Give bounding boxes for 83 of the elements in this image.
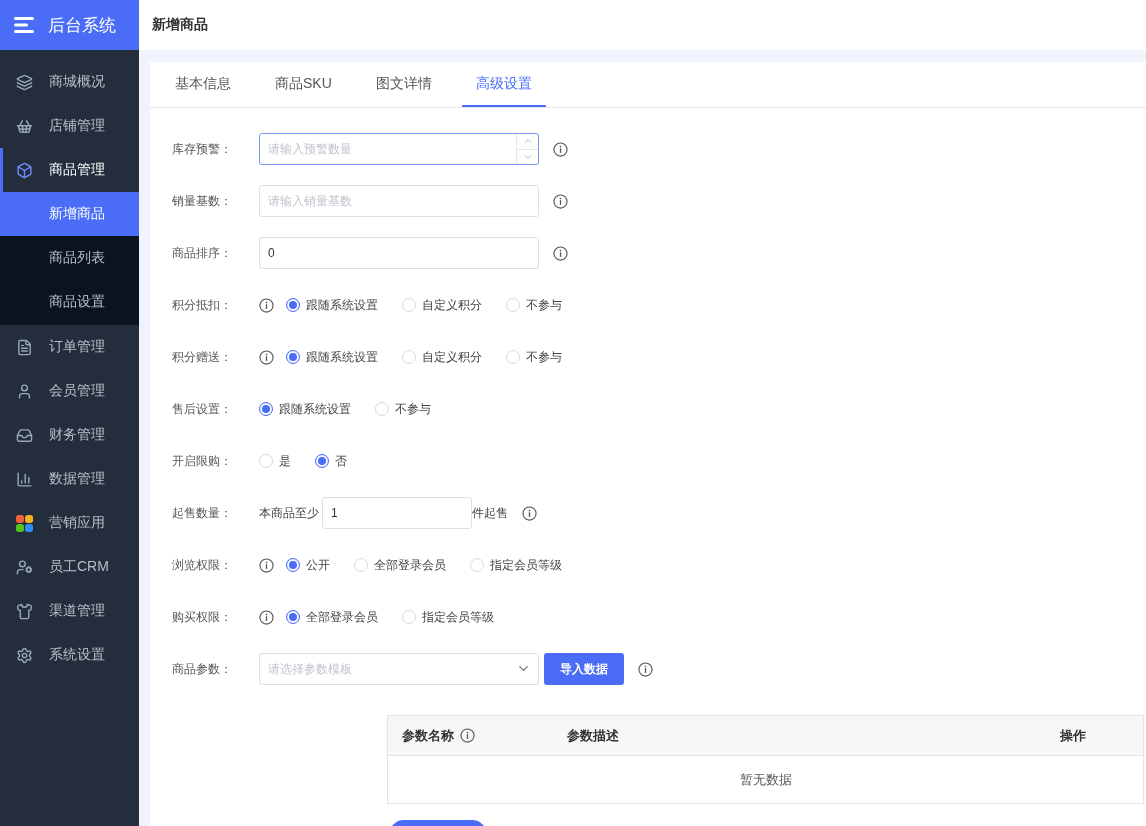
nav-item[interactable]: 商城概况: [0, 60, 139, 104]
radio-option[interactable]: 指定会员等级: [470, 556, 562, 574]
field-label: 购买权限：: [172, 608, 233, 626]
nav-item[interactable]: 会员管理: [0, 369, 139, 413]
nav-item[interactable]: 店铺管理: [0, 104, 139, 148]
radio-option[interactable]: 是: [259, 452, 291, 470]
radio-option[interactable]: 否: [315, 452, 347, 470]
shirt-icon: [16, 602, 33, 620]
nav-item[interactable]: 数据管理: [0, 457, 139, 501]
info-icon[interactable]: [638, 661, 653, 677]
user-gear-icon: [16, 558, 33, 576]
settings-icon: [16, 646, 33, 664]
field-label: 积分抵扣：: [172, 296, 233, 314]
cube-icon: [16, 161, 33, 179]
radio-button[interactable]: [286, 350, 300, 364]
field-label: 商品排序：: [172, 244, 233, 262]
field-label: 浏览权限：: [172, 556, 233, 574]
tab[interactable]: 商品SKU: [261, 62, 346, 107]
radio-button[interactable]: [315, 454, 329, 468]
radio-button[interactable]: [286, 610, 300, 624]
column-header: 参数描述: [567, 726, 619, 745]
nav-item[interactable]: 订单管理: [0, 325, 139, 369]
radio-option[interactable]: 跟随系统设置: [286, 348, 378, 366]
field-label: 开启限购：: [172, 452, 233, 470]
info-icon[interactable]: [460, 728, 475, 743]
info-icon[interactable]: [553, 193, 568, 209]
nav-item[interactable]: 系统设置: [0, 633, 139, 677]
user-icon: [16, 382, 33, 400]
field-label: 库存预警：: [172, 140, 233, 158]
tab[interactable]: 图文详情: [361, 62, 446, 107]
prefix-text: 本商品至少: [259, 504, 319, 522]
grid-icon: [16, 514, 33, 532]
tab[interactable]: 基本信息: [161, 62, 245, 107]
field-label: 售后设置：: [172, 400, 233, 418]
radio-option[interactable]: 自定义积分: [402, 348, 482, 366]
radio-option[interactable]: 不参与: [375, 400, 431, 418]
nav-subitem[interactable]: 商品设置: [0, 280, 139, 324]
radio-option[interactable]: 跟随系统设置: [286, 296, 378, 314]
suffix-text: 件起售: [472, 504, 508, 522]
import-button[interactable]: 导入数据: [544, 653, 624, 685]
tab[interactable]: 高级设置: [461, 62, 546, 107]
layers-icon: [16, 73, 33, 91]
info-icon[interactable]: [553, 141, 568, 157]
input-field[interactable]: 0: [259, 237, 539, 269]
nav-subitem[interactable]: 商品列表: [0, 236, 139, 280]
info-icon[interactable]: [259, 349, 274, 365]
document-icon: [16, 338, 33, 356]
column-header: 操作: [1060, 726, 1086, 745]
input-field[interactable]: 1: [322, 497, 472, 529]
info-icon[interactable]: [259, 557, 274, 573]
select-field[interactable]: 请选择参数模板: [259, 653, 539, 685]
app-title: 后台系统: [48, 14, 116, 37]
nav-item[interactable]: 财务管理: [0, 413, 139, 457]
field-label: 起售数量：: [172, 504, 233, 522]
radio-option[interactable]: 指定会员等级: [402, 608, 494, 626]
info-icon[interactable]: [259, 297, 274, 313]
radio-option[interactable]: 不参与: [506, 296, 562, 314]
nav-item[interactable]: 营销应用: [0, 501, 139, 545]
nav-subitem[interactable]: 新增商品: [0, 192, 139, 236]
info-icon[interactable]: [553, 245, 568, 261]
radio-option[interactable]: 公开: [286, 556, 330, 574]
radio-button[interactable]: [259, 402, 273, 416]
radio-option[interactable]: 全部登录会员: [286, 608, 378, 626]
column-header: 参数名称: [402, 726, 454, 745]
radio-option[interactable]: 全部登录会员: [354, 556, 446, 574]
radio-option[interactable]: 不参与: [506, 348, 562, 366]
empty-text: 暂无数据: [739, 770, 792, 789]
radio-option[interactable]: 自定义积分: [402, 296, 482, 314]
nav-item[interactable]: 渠道管理: [0, 589, 139, 633]
field-label: 商品参数：: [172, 660, 233, 678]
field-label: 积分赠送：: [172, 348, 233, 366]
radio-button[interactable]: [286, 558, 300, 572]
nav-item[interactable]: 员工CRM: [0, 545, 139, 589]
basket-icon: [16, 117, 33, 135]
info-icon[interactable]: [522, 505, 537, 521]
menu-icon[interactable]: [14, 17, 34, 33]
radio-button[interactable]: [286, 298, 300, 312]
tray-icon: [16, 426, 33, 444]
page-title: 新增商品: [152, 16, 208, 34]
bar-chart-icon: [16, 470, 33, 488]
info-icon[interactable]: [259, 609, 274, 625]
field-label: 销量基数：: [172, 192, 233, 210]
radio-option[interactable]: 跟随系统设置: [259, 400, 351, 418]
